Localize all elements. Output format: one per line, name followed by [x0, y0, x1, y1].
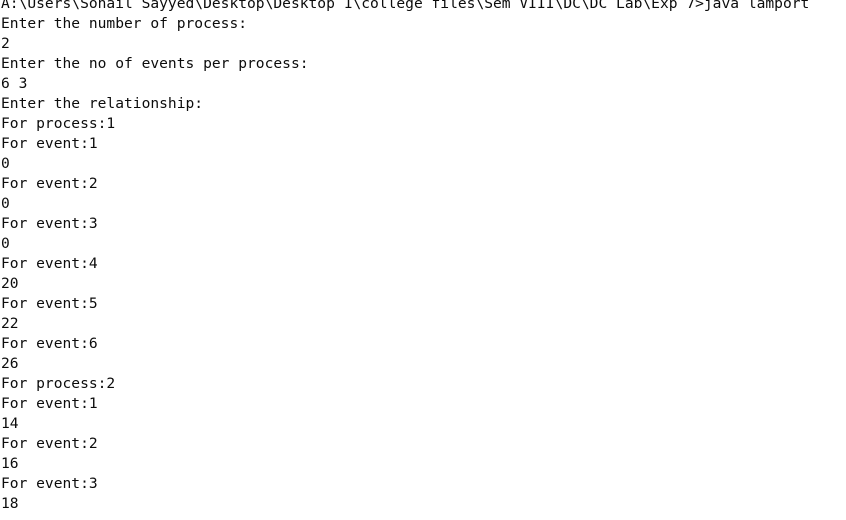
output-line: Enter the number of process: — [1, 15, 248, 32]
output-line: For event:3 — [1, 475, 98, 492]
output-line: For event:5 — [1, 295, 98, 312]
prompt-command-line: A:\Users\Sohail Sayyed\Desktop\Desktop 1… — [1, 0, 810, 12]
console-output[interactable]: A:\Users\Sohail Sayyed\Desktop\Desktop 1… — [0, 0, 846, 514]
input-line: 20 — [1, 275, 19, 292]
output-line: For event:2 — [1, 435, 98, 452]
input-line: 26 — [1, 355, 19, 372]
output-line: For process:2 — [1, 375, 116, 392]
input-line: 2 — [1, 35, 10, 52]
output-line: For event:1 — [1, 135, 98, 152]
input-line: 0 — [1, 235, 10, 252]
input-line: 16 — [1, 455, 19, 472]
output-line: For event:6 — [1, 335, 98, 352]
output-line: For event:3 — [1, 215, 98, 232]
input-line: 6 3 — [1, 75, 28, 92]
input-line: 14 — [1, 415, 19, 432]
input-line: 0 — [1, 195, 10, 212]
output-line: Enter the relationship: — [1, 95, 204, 112]
output-line: For event:2 — [1, 175, 98, 192]
output-line: For event:1 — [1, 395, 98, 412]
input-line: 18 — [1, 495, 19, 512]
output-line: Enter the no of events per process: — [1, 55, 309, 72]
input-line: 0 — [1, 155, 10, 172]
output-line: For event:4 — [1, 255, 98, 272]
output-line: For process:1 — [1, 115, 116, 132]
input-line: 22 — [1, 315, 19, 332]
